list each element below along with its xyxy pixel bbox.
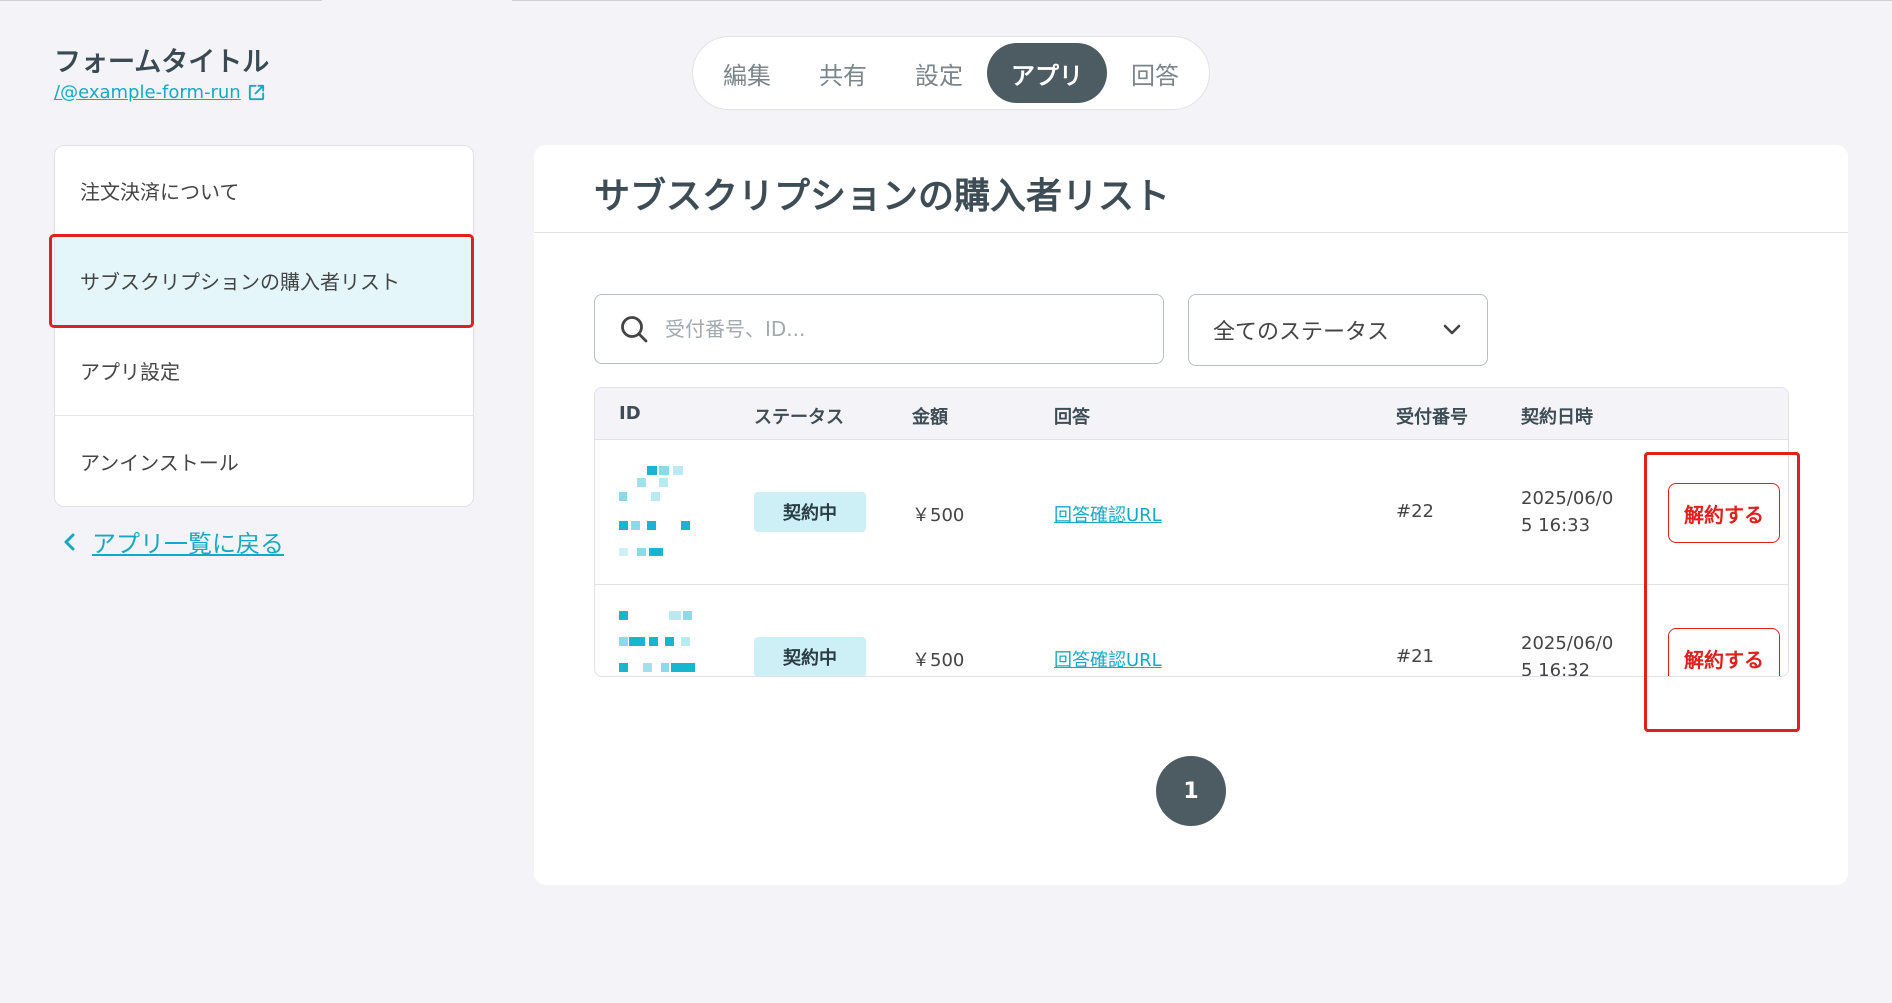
- status-filter-value: 全てのステータス: [1213, 320, 1390, 345]
- page-title: サブスクリプションの購入者リスト: [594, 176, 1171, 217]
- masked-id-image: [619, 611, 695, 676]
- chevron-down-icon: [1443, 324, 1461, 335]
- amount-cell: ￥500: [912, 650, 965, 671]
- back-to-apps-link[interactable]: アプリ一覧に戻る: [62, 524, 284, 559]
- title-divider: [534, 232, 1848, 233]
- tab-edit[interactable]: 編集: [699, 43, 795, 103]
- form-title: フォームタイトル: [54, 47, 270, 78]
- tab-settings[interactable]: 設定: [891, 43, 987, 103]
- sidebar-item-subscriber-list[interactable]: サブスクリプションの購入者リスト: [55, 236, 473, 326]
- contract-date-line2: 5 16:32: [1521, 660, 1591, 677]
- tab-responses[interactable]: 回答: [1107, 43, 1203, 103]
- form-url-text: /@example-form-run: [54, 82, 241, 103]
- status-badge: 契約中: [754, 637, 866, 676]
- receipt-number-cell: #22: [1396, 501, 1434, 522]
- column-header-receipt: 受付番号: [1396, 407, 1468, 428]
- top-rule-right: [512, 0, 1892, 1]
- table-header: ID ステータス 金額 回答 受付番号 契約日時: [595, 388, 1788, 440]
- cancel-subscription-button[interactable]: 解約する: [1668, 483, 1780, 543]
- external-link-icon: [248, 84, 264, 101]
- column-header-answer: 回答: [1054, 407, 1090, 428]
- sidebar-item-app-settings[interactable]: アプリ設定: [55, 326, 473, 416]
- receipt-number-cell: #21: [1396, 646, 1434, 667]
- tab-share[interactable]: 共有: [795, 43, 891, 103]
- form-url-link[interactable]: /@example-form-run: [54, 82, 266, 103]
- tab-apps[interactable]: アプリ: [987, 43, 1107, 103]
- main-tabs: 編集 共有 設定 アプリ 回答: [692, 36, 1210, 110]
- amount-cell: ￥500: [912, 505, 965, 526]
- search-box: [594, 294, 1164, 364]
- sidebar-item-uninstall[interactable]: アンインストール: [55, 416, 473, 506]
- contract-date-line2: 5 16:33: [1521, 515, 1591, 536]
- status-filter-select[interactable]: 全てのステータス: [1188, 294, 1488, 366]
- subscriber-table: ID ステータス 金額 回答 受付番号 契約日時 契約中 ￥500 回答確認UR…: [594, 387, 1789, 677]
- main-panel: サブスクリプションの購入者リスト 全てのステータス ID ステータス 金額 回答…: [534, 145, 1848, 885]
- table-row: 契約中 ￥500 回答確認URL #22 2025/06/0 5 16:33 解…: [595, 440, 1788, 585]
- chevron-left-icon: [64, 533, 75, 550]
- table-row: 契約中 ￥500 回答確認URL #21 2025/06/0 5 16:32 解…: [595, 585, 1788, 677]
- status-badge: 契約中: [754, 492, 866, 532]
- answer-url-link[interactable]: 回答確認URL: [1054, 501, 1162, 527]
- pagination-page-button[interactable]: 1: [1156, 756, 1226, 826]
- sidebar: 注文決済について サブスクリプションの購入者リスト アプリ設定 アンインストール: [54, 145, 474, 507]
- answer-url-link[interactable]: 回答確認URL: [1054, 646, 1162, 672]
- top-rule-left: [0, 0, 322, 1]
- column-header-amount: 金額: [912, 407, 948, 428]
- column-header-contract-date: 契約日時: [1521, 407, 1593, 428]
- cancel-subscription-button[interactable]: 解約する: [1668, 628, 1780, 676]
- contract-date-line1: 2025/06/0: [1521, 633, 1614, 654]
- column-header-status: ステータス: [754, 407, 844, 428]
- column-header-id: ID: [619, 403, 641, 424]
- contract-date-line1: 2025/06/0: [1521, 488, 1614, 509]
- search-input[interactable]: [665, 317, 1139, 341]
- sidebar-item-order-payment[interactable]: 注文決済について: [55, 146, 473, 236]
- search-icon: [621, 316, 648, 343]
- back-link-label: アプリ一覧に戻る: [92, 530, 284, 558]
- masked-id-image: [619, 466, 691, 558]
